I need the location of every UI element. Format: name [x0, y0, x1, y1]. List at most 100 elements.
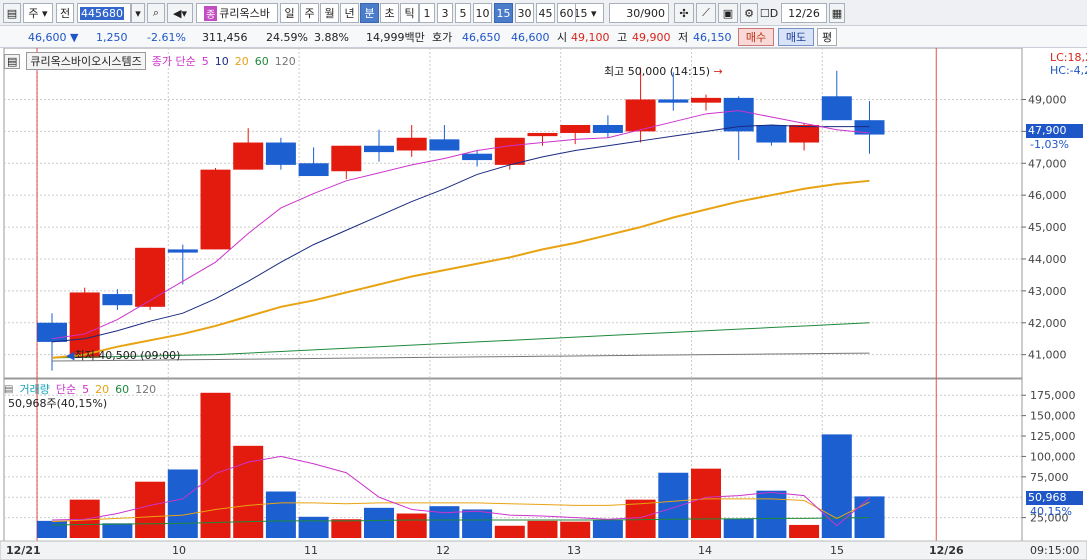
candle-body — [494, 137, 525, 165]
current-rate-marker: -1,03% — [1030, 138, 1069, 151]
volume-bar — [691, 468, 721, 538]
volume-bar — [200, 392, 231, 538]
vol-ma5-label: 5 — [82, 382, 90, 396]
draw-icon[interactable]: ⟋ — [696, 3, 716, 23]
high-annotation: 최고 50,000 (14:15) → — [604, 63, 723, 79]
interval-tab-45[interactable]: 45 — [536, 3, 555, 23]
save-icon[interactable]: ▣ — [718, 3, 738, 23]
candle-body — [265, 142, 296, 165]
vol-ma60-label: 60 — [115, 382, 130, 396]
buy-button[interactable]: 매수 — [738, 28, 774, 46]
price-tick-label: 49,000 — [1028, 93, 1067, 106]
low-annotation: ◀최저 40,500 (09:00) — [66, 347, 180, 363]
prev-button[interactable]: 전 — [56, 3, 74, 23]
stock-name-field[interactable]: 종 큐리옥스바 — [196, 3, 278, 23]
volume-bar — [102, 523, 133, 538]
chart-menu-icon[interactable]: ▤ — [3, 3, 21, 23]
crosshair-icon[interactable]: ✣ — [674, 3, 694, 23]
market-select[interactable]: 주 ▾ — [23, 3, 53, 23]
volume-tick-label: 75,000 — [1030, 471, 1069, 484]
code-dropdown-icon[interactable]: ▾ — [131, 3, 145, 23]
price-tick-label: 42,000 — [1028, 317, 1067, 330]
period-tab-5[interactable]: 초 — [380, 3, 399, 23]
interval-tab-10[interactable]: 10 — [473, 3, 492, 23]
interval-tab-1[interactable]: 1 — [419, 3, 435, 23]
change-rate: -2.61% — [147, 30, 186, 44]
current-price-marker: 47,900 — [1026, 124, 1083, 138]
trade-amount: 14,999백만 — [366, 31, 425, 44]
count-input[interactable]: 30/900 — [609, 3, 669, 23]
volume-bar — [821, 434, 852, 538]
volume-bar — [364, 507, 394, 538]
low-label: 저 — [678, 31, 689, 44]
stock-code-input[interactable]: 445680 — [77, 3, 131, 23]
candle-body — [37, 322, 67, 342]
volume-bar — [298, 516, 329, 538]
interval-tab-3[interactable]: 3 — [437, 3, 453, 23]
period-tab-0[interactable]: 일 — [280, 3, 299, 23]
interval-tab-15[interactable]: 15 — [494, 3, 513, 23]
open-label: 시 — [557, 31, 568, 44]
volume-bar — [527, 520, 558, 538]
interval-tab-5[interactable]: 5 — [455, 3, 471, 23]
candle-body — [821, 96, 852, 121]
volume-bar — [494, 525, 525, 538]
eval-button[interactable]: 평 — [817, 28, 837, 46]
period-tab-6[interactable]: 틱 — [400, 3, 419, 23]
sell-button[interactable]: 매도 — [778, 28, 814, 46]
panel-menu-icon[interactable]: ▤ — [4, 53, 21, 69]
ma60-label: 60 — [254, 54, 269, 68]
volume-bar — [331, 519, 362, 538]
settings-icon[interactable]: ⚙ — [740, 3, 758, 23]
volume-bar — [135, 481, 166, 538]
volume-panel-icon[interactable]: ▤ — [4, 384, 13, 395]
period-tab-3[interactable]: 년 — [340, 3, 359, 23]
date-value: 12/26 — [788, 6, 820, 20]
interval-tab-60[interactable]: 60 — [557, 3, 576, 23]
stock-badge-icon: 종 — [204, 5, 218, 21]
candle-body — [233, 142, 264, 170]
candle-body — [331, 145, 362, 172]
date-input[interactable]: 12/26 — [781, 3, 827, 23]
count-value: 30/900 — [626, 6, 665, 20]
x-tick-label: 12 — [436, 544, 450, 557]
x-tick-label: 11 — [304, 544, 318, 557]
x-tick-label: 15 — [830, 544, 844, 557]
interval-tab-30[interactable]: 30 — [515, 3, 534, 23]
candle-body — [592, 124, 623, 133]
candle-body — [756, 124, 787, 143]
candle-body — [527, 132, 558, 137]
date-checkbox-label: D — [769, 6, 779, 20]
price-panel-title[interactable]: 큐리옥스바이오시스템즈 — [26, 52, 146, 70]
candle-body — [364, 145, 394, 153]
high-annotation-text: 최고 50,000 (14:15) — [604, 65, 711, 78]
candle-body — [462, 153, 493, 161]
volume-bar — [723, 518, 754, 538]
quote-label: 호가 — [432, 31, 453, 44]
period-tab-2[interactable]: 월 — [320, 3, 339, 23]
toolbar: ▤ 주 ▾ 전 445680 ▾ ⌕ ◀▾ 종 큐리옥스바 15 ▾ 30/90… — [0, 0, 1087, 26]
stock-name: 큐리옥스바 — [219, 7, 270, 20]
date-checkbox[interactable]: ☐ D — [758, 3, 780, 23]
vol-ma20-label: 20 — [95, 382, 110, 396]
rate2: 3.88% — [314, 30, 349, 44]
x-tick-label: 10 — [172, 544, 186, 557]
x-tick-label: 13 — [567, 544, 581, 557]
prev-label: 전 — [59, 7, 71, 20]
chart-area[interactable]: 49,00048,00047,00046,00045,00044,00043,0… — [0, 48, 1087, 560]
high-price: 49,900 — [632, 30, 671, 44]
period-tab-1[interactable]: 주 — [300, 3, 319, 23]
candle-body — [135, 247, 166, 307]
x-tick-label: 14 — [698, 544, 712, 557]
candle-body — [200, 169, 231, 250]
lc-label: LC:18,27 — [1050, 51, 1087, 64]
search-icon[interactable]: ⌕ — [147, 3, 165, 23]
volume-bar — [167, 469, 198, 538]
price-change: 1,250 — [96, 30, 128, 44]
turnover-rate: 24.59% — [266, 30, 308, 44]
period-tab-4[interactable]: 분 — [360, 3, 379, 23]
sound-icon[interactable]: ◀▾ — [167, 3, 193, 23]
volume-tick-label: 150,000 — [1030, 410, 1076, 423]
volume-bar — [396, 513, 427, 538]
calendar-icon[interactable]: ▦ — [829, 3, 845, 23]
